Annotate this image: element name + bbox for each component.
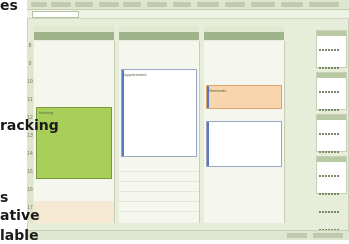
row-line — [119, 211, 199, 212]
mini-calendar[interactable] — [316, 114, 347, 189]
row-line — [119, 171, 199, 172]
toolbar-button[interactable] — [197, 2, 219, 7]
toolbar — [27, 0, 349, 10]
toolbar-button[interactable] — [123, 2, 141, 7]
toolbar-button[interactable] — [99, 2, 119, 7]
time-label: 14 — [27, 151, 33, 157]
calendar-event[interactable]: Appointment — [121, 69, 197, 157]
mini-calendar-header — [317, 157, 346, 162]
feature-text-line3: s — [0, 190, 9, 206]
time-label: 10 — [27, 79, 33, 85]
event-indicator — [122, 70, 124, 156]
toolbar-button[interactable] — [147, 2, 167, 7]
calendar-event[interactable]: Reminder — [206, 85, 282, 109]
event-text: Reminder — [209, 88, 227, 93]
status-bar — [27, 230, 349, 240]
row-line — [119, 181, 199, 182]
feature-text-line4: ative — [0, 208, 40, 224]
feature-text-line5: lable — [0, 228, 39, 244]
day-column-2[interactable]: Appointment — [119, 41, 200, 223]
toolbar-button[interactable] — [75, 2, 93, 7]
mini-calendar[interactable] — [316, 30, 347, 105]
event-indicator — [207, 122, 209, 166]
event-text: Appointment — [124, 72, 147, 77]
toolbar-button[interactable] — [281, 2, 303, 7]
mini-calendar[interactable] — [316, 72, 347, 147]
time-label: 11 — [27, 97, 33, 103]
toolbar-button[interactable] — [173, 2, 191, 7]
mini-calendar-grid[interactable] — [319, 164, 343, 236]
feature-text-line1: es — [0, 0, 18, 14]
time-label: 16 — [27, 187, 33, 193]
mini-calendar-header — [317, 115, 346, 120]
row-line — [119, 201, 199, 202]
day-header[interactable] — [119, 32, 199, 40]
status-button[interactable] — [287, 233, 307, 238]
mini-calendar[interactable] — [316, 156, 347, 231]
mini-calendar-header — [317, 73, 346, 78]
secondary-toolbar — [27, 10, 349, 19]
toolbar-button[interactable] — [225, 2, 245, 7]
mini-calendar-header — [317, 31, 346, 36]
date-field[interactable] — [32, 11, 79, 18]
time-label: 9 — [28, 61, 32, 67]
calendar-window: 8 9 10 11 12 13 14 15 16 17 Meeting Appo… — [27, 0, 349, 240]
calendar-event[interactable] — [206, 121, 282, 167]
status-button[interactable] — [313, 233, 343, 238]
day-header[interactable] — [34, 32, 114, 40]
toolbar-button[interactable] — [51, 2, 71, 7]
toolbar-button[interactable] — [31, 2, 47, 7]
toolbar-button[interactable] — [251, 2, 275, 7]
time-label: 8 — [28, 43, 32, 49]
time-label: 15 — [27, 169, 33, 175]
toolbar-button[interactable] — [309, 2, 339, 7]
day-header[interactable] — [204, 32, 284, 40]
day-column-3[interactable]: Reminder — [204, 41, 285, 223]
evening-region — [34, 201, 114, 223]
row-line — [119, 191, 199, 192]
feature-text-line2: racking — [0, 118, 59, 134]
event-text: Meeting — [39, 110, 54, 115]
